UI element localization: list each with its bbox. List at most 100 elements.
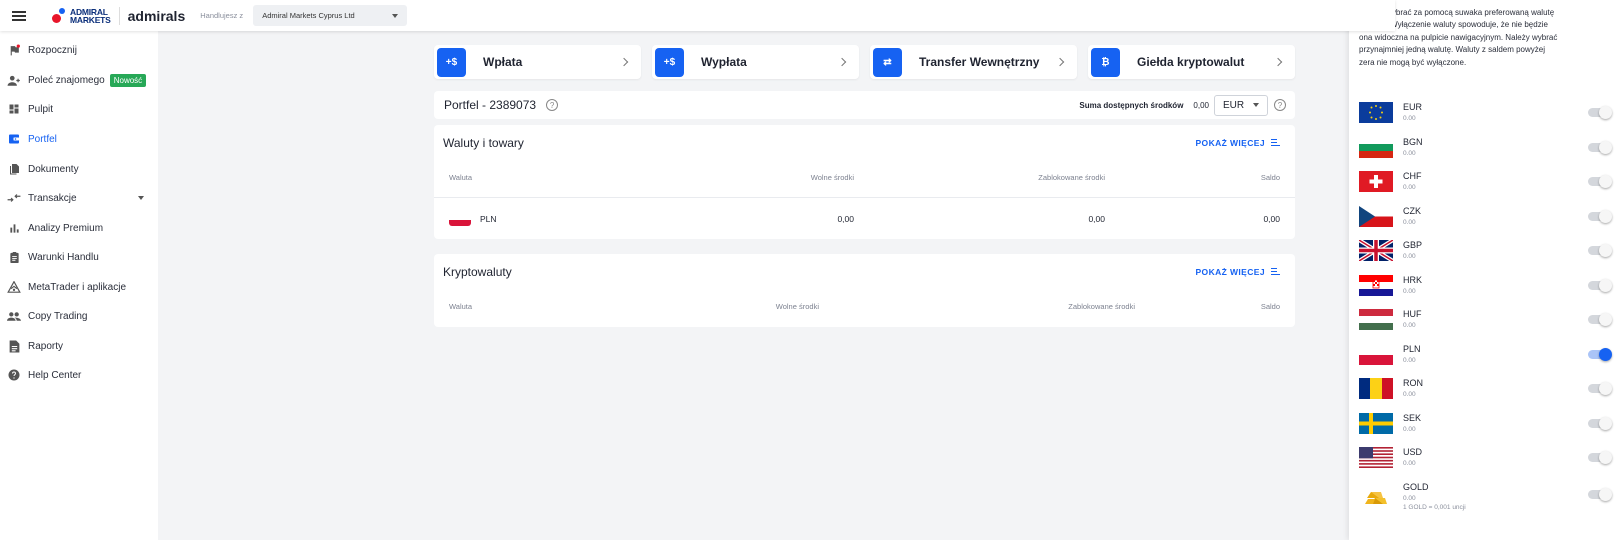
currency-toggle[interactable] bbox=[1588, 141, 1612, 154]
deposit-button[interactable]: +$ Wpłata bbox=[434, 45, 641, 79]
column-header-free: Wolne środki bbox=[775, 302, 819, 311]
currency-toggle[interactable] bbox=[1588, 348, 1612, 361]
withdrawal-icon: +$ bbox=[655, 47, 684, 77]
hu-flag-icon bbox=[1359, 309, 1393, 330]
bitcoin-icon: ₿ bbox=[1091, 47, 1120, 77]
currency-toggle[interactable] bbox=[1588, 244, 1612, 257]
sidebar-item-polec-znajomego[interactable]: Poleć znajomego Nowość bbox=[0, 68, 158, 92]
column-header-balance: Saldo bbox=[1260, 173, 1280, 182]
people-icon bbox=[7, 309, 21, 323]
add-person-icon bbox=[7, 73, 21, 87]
panel-title: Kryptowaluty bbox=[443, 265, 512, 279]
currency-amount: 0.00 bbox=[1403, 322, 1416, 329]
currency-toggle[interactable] bbox=[1588, 175, 1612, 188]
sidebar-item-label: MetaTrader i aplikacje bbox=[28, 281, 127, 293]
currency-toggle[interactable] bbox=[1588, 382, 1612, 395]
currency-toggle[interactable] bbox=[1588, 451, 1612, 464]
admiral-logo-icon bbox=[52, 7, 68, 24]
documents-icon bbox=[7, 162, 21, 176]
currency-amount: 0.00 bbox=[1403, 150, 1416, 157]
currency-toggle[interactable] bbox=[1588, 210, 1612, 223]
currency-amount: 0.00 bbox=[1403, 357, 1416, 364]
internal-transfer-button[interactable]: ⇄ Transfer Wewnętrzny bbox=[870, 45, 1077, 79]
currency-row-gbp: GBP 0.00 bbox=[1349, 234, 1620, 268]
sidebar-item-label: Rozpocznij bbox=[28, 44, 77, 56]
list-add-icon bbox=[1271, 139, 1280, 147]
currency-row-czk: CZK 0.00 bbox=[1349, 200, 1620, 234]
pl-flag-icon bbox=[1359, 344, 1393, 365]
sidebar-item-rozpocznij[interactable]: Rozpocznij bbox=[0, 38, 158, 62]
menu-icon[interactable] bbox=[12, 10, 26, 21]
cell-balance: 0,00 bbox=[1263, 214, 1280, 224]
bar-chart-icon bbox=[7, 221, 21, 235]
currency-code: EUR bbox=[1403, 102, 1423, 112]
dashboard-icon bbox=[7, 102, 21, 116]
cell-currency: PLN bbox=[480, 214, 497, 224]
report-icon bbox=[7, 339, 21, 353]
currency-toggle[interactable] bbox=[1588, 313, 1612, 326]
sidebar-item-analizy-premium[interactable]: Analizy Premium bbox=[0, 216, 158, 240]
list-add-icon bbox=[1271, 268, 1280, 276]
admiral-markets-logo[interactable]: ADMIRAL MARKETS bbox=[70, 7, 111, 24]
currency-toggle[interactable] bbox=[1588, 417, 1612, 430]
sidebar-item-metatrader[interactable]: MetaTrader i aplikacje bbox=[0, 275, 158, 299]
ro-flag-icon bbox=[1359, 378, 1393, 399]
sidebar-item-help-center[interactable]: Help Center bbox=[0, 363, 158, 387]
sidebar-item-label: Warunki Handlu bbox=[28, 251, 99, 263]
sidebar-item-dokumenty[interactable]: Dokumenty bbox=[0, 157, 158, 181]
hr-flag-icon bbox=[1359, 275, 1393, 296]
column-header-currency: Waluta bbox=[449, 302, 473, 311]
sidebar-item-portfel[interactable]: Portfel bbox=[0, 127, 158, 151]
cz-flag-icon bbox=[1359, 206, 1393, 227]
sidebar-item-pulpit[interactable]: Pulpit bbox=[0, 97, 158, 121]
currency-select[interactable]: EUR bbox=[1214, 94, 1268, 116]
column-header-balance: Saldo bbox=[1260, 302, 1280, 311]
sidebar-item-transakcje[interactable]: Transakcje bbox=[0, 186, 158, 210]
currency-row-gold: GOLD 0.00 1 GOLD = 0,001 uncji bbox=[1349, 476, 1620, 511]
sidebar-item-label: Transakcje bbox=[28, 192, 77, 204]
currency-row-eur: EUR 0.00 bbox=[1349, 96, 1620, 130]
internal-transfer-label: Transfer Wewnętrzny bbox=[919, 55, 1040, 69]
currency-code: PLN bbox=[1403, 344, 1421, 354]
chevron-right-icon bbox=[1273, 57, 1283, 67]
column-header-currency: Waluta bbox=[449, 173, 473, 182]
currencies-commodities-panel: Waluty i towary POKAŻ WIĘCEJ Waluta Woln… bbox=[434, 125, 1295, 239]
withdrawal-button[interactable]: +$ Wypłata bbox=[652, 45, 859, 79]
show-more-label: POKAŻ WIĘCEJ bbox=[1195, 267, 1265, 277]
help-icon[interactable]: ? bbox=[1274, 99, 1286, 111]
trade-with-label: Handlujesz z bbox=[200, 11, 244, 20]
show-more-button[interactable]: POKAŻ WIĘCEJ bbox=[1195, 138, 1280, 148]
currency-toggle[interactable] bbox=[1588, 106, 1612, 119]
cell-free: 0,00 bbox=[837, 214, 854, 224]
show-more-button[interactable]: POKAŻ WIĘCEJ bbox=[1195, 267, 1280, 277]
currency-code: SEK bbox=[1403, 413, 1422, 423]
wallet-title: Portfel - 2389073 bbox=[444, 98, 537, 112]
currency-row-ron: RON 0.00 bbox=[1349, 372, 1620, 406]
currency-code: BGN bbox=[1403, 137, 1423, 147]
currency-amount: 0.00 bbox=[1403, 184, 1416, 191]
sidebar-item-raporty[interactable]: Raporty bbox=[0, 334, 158, 358]
deposit-label: Wpłata bbox=[483, 55, 523, 69]
sidebar-item-label: Help Center bbox=[28, 369, 82, 381]
crypto-exchange-button[interactable]: ₿ Giełda kryptowalut bbox=[1088, 45, 1295, 79]
help-icon[interactable]: ? bbox=[546, 99, 559, 111]
column-header-blocked: Zablokowane środki bbox=[1038, 173, 1105, 182]
entity-select[interactable]: Admiral Markets Cyprus Ltd bbox=[253, 5, 408, 26]
currency-amount: 0.00 bbox=[1403, 288, 1416, 295]
available-funds-value: 0,00 bbox=[1193, 100, 1209, 110]
currency-toggle[interactable] bbox=[1588, 488, 1612, 501]
currency-amount: 0.00 bbox=[1403, 426, 1416, 433]
currency-amount: 0.00 bbox=[1403, 495, 1416, 502]
currency-row-pln: PLN 0.00 bbox=[1349, 338, 1620, 372]
sidebar-item-warunki-handlu[interactable]: Warunki Handlu bbox=[0, 245, 158, 269]
crypto-exchange-label: Giełda kryptowalut bbox=[1137, 55, 1245, 69]
cell-blocked: 0,00 bbox=[1088, 214, 1105, 224]
wallet-icon bbox=[7, 132, 21, 146]
se-flag-icon bbox=[1359, 413, 1393, 434]
chevron-down-icon[interactable] bbox=[138, 196, 144, 200]
sidebar-item-copy-trading[interactable]: Copy Trading bbox=[0, 304, 158, 328]
currency-toggle[interactable] bbox=[1588, 279, 1612, 292]
currency-row-hrk: HRK 0.00 bbox=[1349, 269, 1620, 303]
gold-bars-icon bbox=[1359, 484, 1393, 505]
sidebar-item-label: Portfel bbox=[28, 133, 57, 145]
